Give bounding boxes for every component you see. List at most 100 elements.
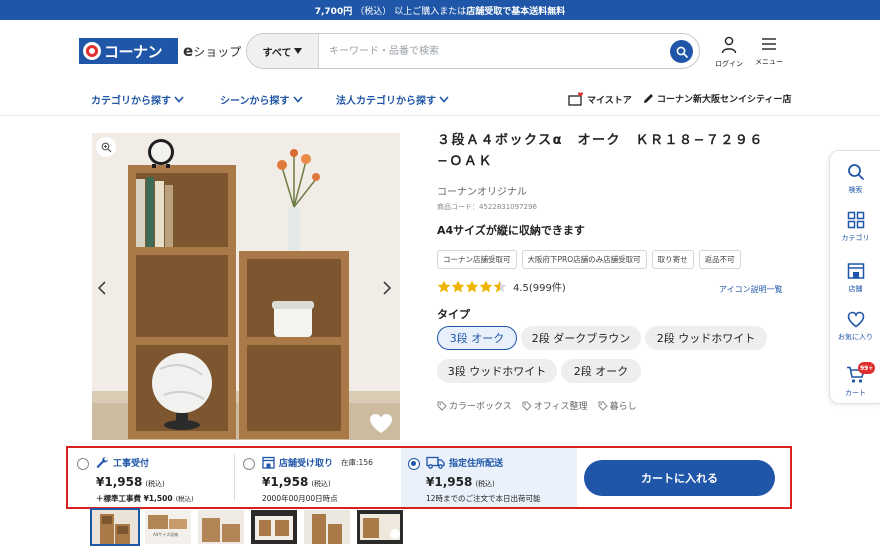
- thumbnail-3[interactable]: [198, 510, 244, 544]
- sidebar-item-store[interactable]: 店舗: [830, 262, 880, 294]
- menu-label: メニュー: [755, 58, 783, 66]
- chevron-left-icon: [97, 281, 106, 295]
- sidebar-item-search[interactable]: 検索: [830, 163, 880, 195]
- product-brand[interactable]: コーナンオリジナル: [437, 183, 527, 198]
- banner-tax: （税込）: [355, 6, 392, 17]
- tag-order: 取り寄せ: [651, 250, 694, 269]
- install-fee: ＋標準工事費 ¥1,500: [96, 494, 173, 503]
- type-option-3tier-oak[interactable]: 3段 オーク: [437, 326, 517, 350]
- pencil-icon: [644, 94, 653, 103]
- current-store-link[interactable]: コーナン新大阪センイシティー店: [643, 92, 791, 105]
- type-option-2tier-oak[interactable]: 2段 オーク: [561, 359, 641, 383]
- search-bar: すべて: [246, 33, 700, 69]
- banner-price: 7,700円: [314, 6, 353, 17]
- price-value: ¥1,958: [96, 475, 143, 489]
- product-image[interactable]: [92, 133, 400, 440]
- option-installation[interactable]: 工事受付 ¥1,958 (税込) ＋標準工事費 ¥1,500 (税込): [68, 448, 234, 507]
- option-sub: 12時までのご注文で本日出荷可能: [426, 494, 541, 503]
- thumbnail-4[interactable]: [251, 510, 297, 544]
- keyword-tag[interactable]: 暮らし: [598, 399, 637, 412]
- user-icon: [721, 36, 737, 54]
- sidebar-item-category[interactable]: カテゴリ: [830, 211, 880, 243]
- sidebar-label: カテゴリ: [841, 234, 870, 242]
- option-label: 店舗受け取り: [279, 459, 334, 469]
- search-category-select[interactable]: すべて: [247, 34, 319, 68]
- chevron-down-icon: [439, 96, 449, 103]
- thumbnail-1[interactable]: [90, 508, 140, 546]
- nav-scene[interactable]: シーンから探す: [220, 92, 303, 107]
- install-fee-tax: (税込): [175, 495, 194, 503]
- site-header: コーナン eショップ すべて ログイン メニュー: [0, 20, 880, 82]
- heart-icon: [370, 414, 392, 433]
- login-button[interactable]: ログイン: [711, 36, 747, 69]
- option-radio[interactable]: [243, 458, 255, 470]
- option-radio[interactable]: [77, 458, 89, 470]
- type-option-2tier-woodwhite[interactable]: 2段 ウッドホワイト: [645, 326, 767, 350]
- thumbnail-image: [202, 518, 240, 542]
- hamburger-icon: [762, 38, 776, 50]
- sidebar-item-favorites[interactable]: お気に入り: [830, 311, 880, 342]
- store-icon: [847, 263, 864, 279]
- nav-business-category[interactable]: 法人カテゴリから探す: [336, 92, 449, 107]
- thumbnail-image: [360, 514, 400, 540]
- star-half-icon: [493, 280, 507, 293]
- star-icon: [465, 280, 479, 293]
- eshop-e: e: [183, 42, 194, 60]
- nav-category-label: カテゴリから探す: [91, 96, 171, 107]
- keyword-label: オフィス整理: [533, 402, 588, 412]
- sidebar-label: カート: [845, 389, 866, 397]
- konan-logo[interactable]: コーナン: [79, 38, 178, 64]
- store-icon: [262, 456, 275, 469]
- icon-legend-link[interactable]: アイコン説明一覧: [719, 284, 783, 295]
- option-home-delivery[interactable]: 指定住所配送 ¥1,958 (税込) 12時までのご注文で本日出荷可能: [401, 448, 577, 507]
- product-tags: コーナン店舗受取可 大阪府下PRO店舗のみ店舗受取可 取り寄せ 返品不可: [437, 250, 741, 269]
- tag-no-return: 返品不可: [698, 250, 741, 269]
- zoom-in-icon: [101, 142, 111, 152]
- konan-mark-icon: [83, 42, 101, 60]
- cart-count-badge: 99+: [858, 362, 876, 374]
- rating-stars: [437, 280, 507, 293]
- banner-text-mid: 以上ご購入または: [394, 6, 467, 17]
- floating-sidebar: 検索 カテゴリ 店舗 お気に入り 99+ カート: [829, 150, 880, 404]
- sidebar-label: お気に入り: [838, 333, 873, 341]
- product-rating[interactable]: 4.5(999件): [437, 279, 566, 294]
- zoom-button[interactable]: [96, 137, 116, 157]
- search-button[interactable]: [670, 40, 693, 63]
- wrench-icon: [96, 456, 108, 468]
- heart-outline-icon: [847, 311, 864, 328]
- price-tax: (税込): [311, 480, 331, 488]
- thumbnail-5[interactable]: [304, 510, 350, 544]
- star-icon: [479, 280, 493, 293]
- keyword-label: 暮らし: [609, 402, 637, 412]
- star-icon: [451, 280, 465, 293]
- option-label: 指定住所配送: [449, 459, 504, 469]
- search-input[interactable]: [329, 41, 659, 61]
- grid-icon: [847, 211, 864, 229]
- my-store-link[interactable]: マイストア: [568, 92, 632, 106]
- option-label: 工事受付: [113, 459, 150, 469]
- keyword-tag[interactable]: オフィス整理: [522, 399, 588, 412]
- option-radio-selected[interactable]: [408, 458, 420, 470]
- favorite-button[interactable]: [369, 413, 393, 438]
- gallery-next-button[interactable]: [373, 270, 401, 306]
- store-heart-icon: [568, 92, 583, 106]
- chevron-down-icon: [174, 96, 184, 103]
- thumbnail-2[interactable]: A4サイズ収納: [145, 510, 191, 544]
- logo-text: コーナン: [104, 42, 163, 61]
- type-option-3tier-woodwhite[interactable]: 3段 ウッドホワイト: [437, 359, 557, 383]
- eshop-label: eショップ: [183, 42, 241, 60]
- thumbnail-image: [255, 516, 293, 540]
- type-option-2tier-darkbrown[interactable]: 2段 ダークブラウン: [521, 326, 641, 350]
- keyword-tag[interactable]: カラーボックス: [437, 399, 512, 412]
- gallery-prev-button[interactable]: [88, 270, 116, 306]
- sidebar-item-cart[interactable]: 99+ カート: [830, 362, 880, 398]
- add-to-cart-button[interactable]: カートに入れる: [584, 460, 775, 496]
- thumbnail-6[interactable]: [357, 510, 403, 544]
- tag-icon: [522, 401, 532, 411]
- menu-button[interactable]: メニュー: [751, 36, 787, 67]
- nav-category[interactable]: カテゴリから探す: [91, 92, 184, 107]
- banner-text-end: で基本送料無料: [502, 6, 566, 17]
- thumbnail-image: [312, 514, 342, 544]
- option-store-pickup[interactable]: 店舗受け取り 在庫:156 ¥1,958 (税込) 2000年00月00日時点: [235, 448, 401, 507]
- thumbnail-image: [148, 515, 187, 529]
